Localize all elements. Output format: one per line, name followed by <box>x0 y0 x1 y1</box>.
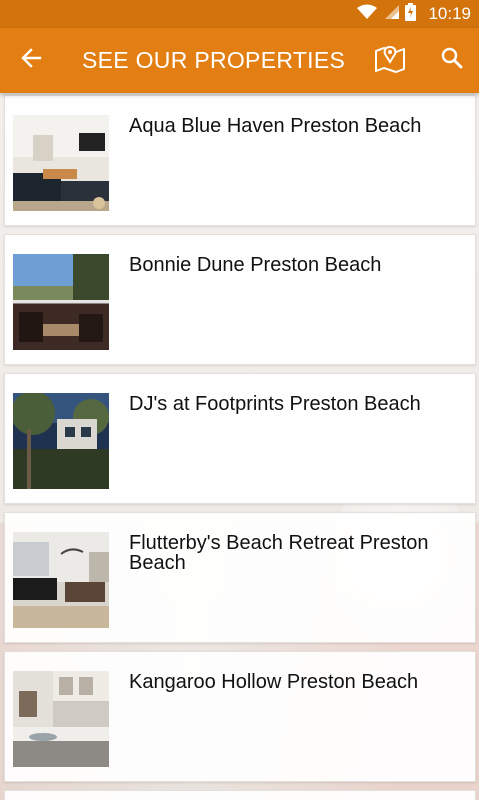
wifi-icon <box>357 4 378 25</box>
property-thumbnail <box>13 115 109 211</box>
property-list-container[interactable]: Aqua Blue Haven Preston Beach Bonnie Dun… <box>0 93 479 800</box>
status-bar: 10:19 <box>0 0 479 28</box>
property-title: Aqua Blue Haven Preston Beach <box>129 115 422 137</box>
property-card-djs-at-footprints[interactable]: DJ's at Footprints Preston Beach <box>4 373 476 504</box>
property-thumbnail <box>13 671 109 767</box>
app-bar: SEE OUR PROPERTIES <box>0 28 479 93</box>
property-thumbnail <box>13 254 109 350</box>
back-button[interactable] <box>0 28 62 93</box>
property-card-flutterbys-beach-retreat[interactable]: Flutterby's Beach Retreat Preston Beach <box>4 512 476 643</box>
property-title: DJ's at Footprints Preston Beach <box>129 393 421 415</box>
search-button[interactable] <box>427 28 477 93</box>
page-title: SEE OUR PROPERTIES <box>82 47 346 73</box>
property-title: Kangaroo Hollow Preston Beach <box>129 671 419 693</box>
status-time: 10:19 <box>428 4 471 23</box>
property-card-bonnie-dune[interactable]: Bonnie Dune Preston Beach <box>4 234 476 365</box>
property-thumbnail <box>13 393 109 489</box>
battery-charging-icon <box>405 2 417 26</box>
property-card-partial[interactable] <box>4 790 476 800</box>
arrow-back-icon <box>20 47 42 74</box>
property-title: Bonnie Dune Preston Beach <box>129 254 382 276</box>
property-card-aqua-blue-haven[interactable]: Aqua Blue Haven Preston Beach <box>4 95 476 226</box>
map-button[interactable] <box>363 28 417 93</box>
property-thumbnail <box>13 532 109 628</box>
property-title: Flutterby's Beach Retreat Preston Beach <box>129 532 429 574</box>
signal-icon <box>383 4 400 25</box>
map-pin-icon <box>374 43 406 78</box>
search-icon <box>441 47 463 74</box>
property-card-kangaroo-hollow[interactable]: Kangaroo Hollow Preston Beach <box>4 651 476 782</box>
